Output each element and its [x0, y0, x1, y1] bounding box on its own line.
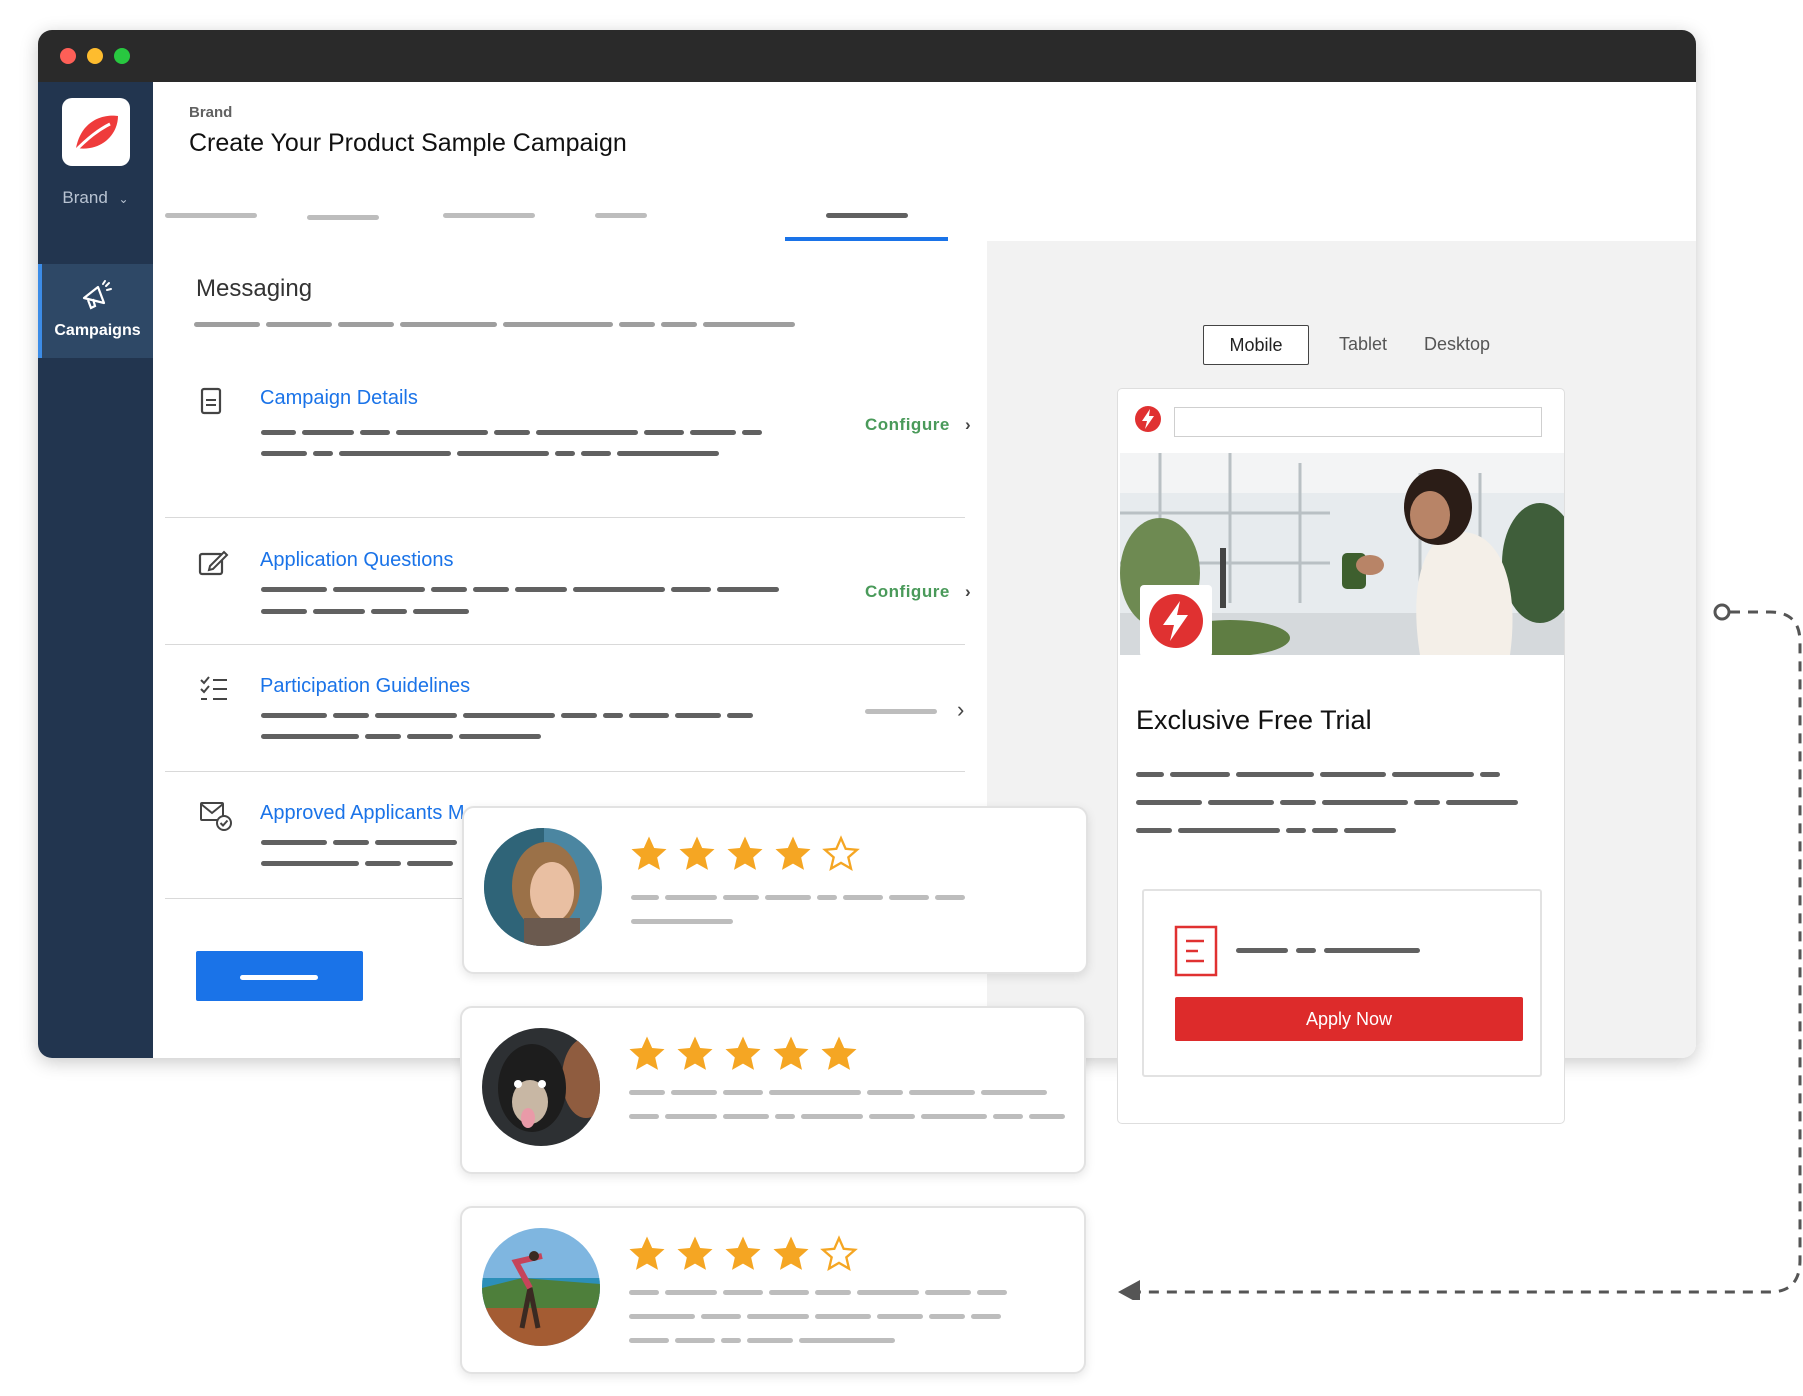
checklist-icon — [200, 676, 227, 700]
tab-desktop[interactable]: Desktop — [1409, 325, 1505, 363]
chevron-right-icon: › — [965, 415, 972, 434]
star-rating — [627, 1234, 867, 1279]
mail-check-icon — [200, 802, 232, 831]
brand-bolt-icon — [1135, 406, 1161, 432]
star-filled-icon — [775, 836, 811, 870]
chevron-right-icon: › — [965, 582, 972, 601]
messaging-item-participation-guidelines[interactable]: Participation Guidelines › — [153, 645, 987, 771]
star-filled-icon — [677, 1236, 713, 1270]
configure-label: Configure — [865, 582, 950, 601]
page-header: Brand Create Your Product Sample Campaig… — [153, 82, 1696, 242]
brand-switcher-label: Brand — [62, 188, 108, 207]
chevron-down-icon: ⌄ — [118, 192, 129, 206]
review-card — [460, 1206, 1086, 1374]
star-rating — [627, 1034, 867, 1079]
star-filled-icon — [629, 1236, 665, 1270]
step-tab-1[interactable] — [165, 213, 257, 218]
configure-link[interactable]: Configure › — [865, 582, 971, 602]
star-filled-icon — [727, 836, 763, 870]
megaphone-icon — [82, 280, 112, 310]
sidebar: Brand ⌄ Campaigns — [38, 82, 153, 1058]
leaf-icon — [72, 115, 118, 154]
close-window-button[interactable] — [60, 48, 76, 64]
star-filled-icon — [725, 1036, 761, 1070]
sidebar-item-campaigns[interactable]: Campaigns — [38, 264, 153, 358]
maximize-window-button[interactable] — [114, 48, 130, 64]
title-bar — [38, 30, 1696, 82]
star-filled-icon — [773, 1036, 809, 1070]
messaging-item-label: Participation Guidelines — [260, 675, 471, 697]
step-tab-4[interactable] — [595, 213, 647, 218]
star-rating — [629, 834, 869, 879]
messaging-item-label: Campaign Details — [260, 387, 418, 409]
star-filled-icon — [725, 1236, 761, 1270]
star-outline-icon — [820, 1235, 858, 1272]
star-filled-icon — [631, 836, 667, 870]
configure-label: Configure — [865, 415, 950, 434]
star-outline-icon — [822, 835, 860, 872]
flow-connector — [1118, 603, 1802, 1300]
tab-mobile[interactable]: Mobile — [1203, 325, 1309, 365]
configure-link[interactable]: Configure › — [865, 415, 971, 435]
avatar — [482, 1028, 600, 1146]
page-title: Create Your Product Sample Campaign — [189, 129, 627, 157]
messaging-item-application-questions[interactable]: Application Questions Configure › — [153, 518, 987, 644]
star-filled-icon — [773, 1236, 809, 1270]
brand-logo[interactable] — [62, 98, 130, 166]
step-tab-2[interactable] — [307, 215, 379, 220]
avatar — [482, 1228, 600, 1346]
url-bar[interactable] — [1174, 407, 1542, 437]
tab-tablet[interactable]: Tablet — [1321, 325, 1405, 363]
star-filled-icon — [821, 1036, 857, 1070]
breadcrumb[interactable]: Brand — [189, 104, 232, 121]
avatar — [484, 828, 602, 946]
star-filled-icon — [677, 1036, 713, 1070]
save-button[interactable] — [196, 951, 363, 1001]
sidebar-item-label: Campaigns — [54, 322, 141, 339]
messaging-item-label: Application Questions — [260, 549, 454, 571]
step-tab-3[interactable] — [443, 213, 535, 218]
review-card — [460, 1006, 1086, 1174]
brand-switcher[interactable]: Brand ⌄ — [38, 188, 153, 208]
status-placeholder — [865, 709, 937, 714]
chevron-right-icon[interactable]: › — [957, 697, 964, 723]
messaging-item-campaign-details[interactable]: Campaign Details Configure › — [153, 353, 987, 481]
section-title: Messaging — [196, 275, 313, 302]
star-filled-icon — [679, 836, 715, 870]
document-icon — [200, 387, 222, 415]
edit-icon — [198, 550, 229, 576]
star-filled-icon — [629, 1036, 665, 1070]
step-tab-messaging[interactable] — [826, 213, 908, 218]
review-card — [462, 806, 1088, 974]
minimize-window-button[interactable] — [87, 48, 103, 64]
